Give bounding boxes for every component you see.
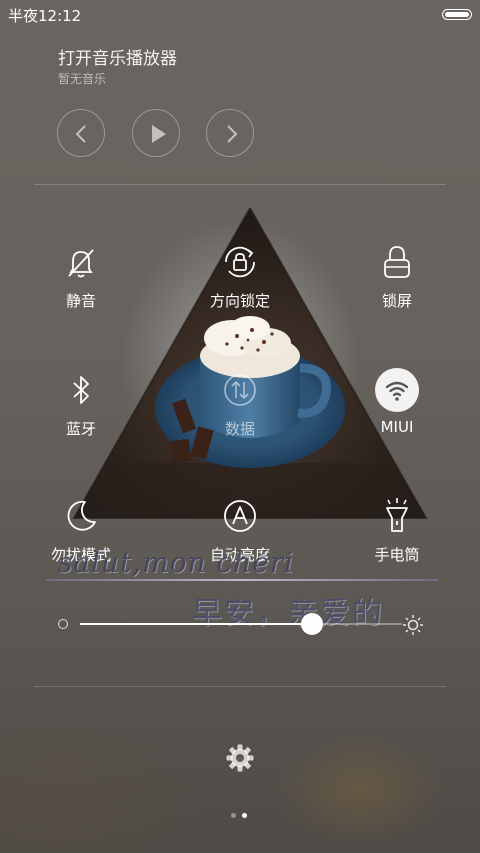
toggle-flashlight[interactable]: 手电筒 <box>342 496 452 586</box>
lock-icon <box>384 246 410 278</box>
music-status: 暂无音乐 <box>58 72 107 86</box>
music-player-title[interactable]: 打开音乐播放器 <box>58 44 177 69</box>
toggle-wifi-label: MIUI <box>380 418 414 436</box>
mobile-data-icon <box>224 374 256 406</box>
brightness-low-icon <box>58 619 68 629</box>
battery-icon <box>442 9 472 20</box>
chevron-right-icon <box>227 125 238 143</box>
status-bar: 半夜12:12 <box>0 0 480 28</box>
divider <box>34 686 446 687</box>
next-track-button[interactable] <box>206 109 254 157</box>
toggle-mute-label: 静音 <box>65 292 96 310</box>
toggle-mobile-data-label: 数据 <box>224 420 255 438</box>
play-icon <box>152 125 166 143</box>
bluetooth-icon <box>73 376 89 404</box>
toggle-mute[interactable]: 静音 <box>26 242 136 332</box>
rotation-lock-icon <box>225 246 255 278</box>
moon-icon <box>67 500 96 531</box>
settings-gear-icon[interactable] <box>225 743 255 773</box>
brightness-slider-thumb[interactable] <box>301 613 323 635</box>
wallpaper-text-french: salut,mon chéri <box>58 546 295 579</box>
status-time: 半夜12:12 <box>8 7 82 25</box>
divider <box>34 184 446 185</box>
wifi-icon <box>375 368 419 412</box>
wallpaper-decor-line <box>46 579 438 581</box>
previous-track-button[interactable] <box>57 109 105 157</box>
auto-brightness-icon <box>224 500 256 532</box>
play-button[interactable] <box>132 109 180 157</box>
toggle-rotation-lock-label: 方向锁定 <box>209 292 270 310</box>
toggle-lock-screen[interactable]: 锁屏 <box>342 242 452 332</box>
wallpaper-text-chinese: 早安，亲爱的 <box>192 596 384 631</box>
toggle-flashlight-label: 手电筒 <box>374 546 420 564</box>
toggle-wifi[interactable]: MIUI <box>342 368 452 460</box>
brightness-slider[interactable] <box>80 613 402 635</box>
flashlight-icon <box>386 498 408 532</box>
page-dot <box>231 813 236 818</box>
toggle-bluetooth-label: 蓝牙 <box>65 420 96 438</box>
brightness-slider-fill <box>80 623 312 625</box>
brightness-high-icon <box>403 615 423 635</box>
toggle-rotation-lock[interactable]: 方向锁定 <box>185 242 295 332</box>
toggle-mobile-data[interactable]: 数据 <box>185 370 295 460</box>
bell-off-icon <box>68 249 94 278</box>
page-dot <box>242 813 247 818</box>
toggle-bluetooth[interactable]: 蓝牙 <box>26 370 136 460</box>
chevron-left-icon <box>75 125 86 143</box>
toggle-lock-screen-label: 锁屏 <box>381 292 412 310</box>
